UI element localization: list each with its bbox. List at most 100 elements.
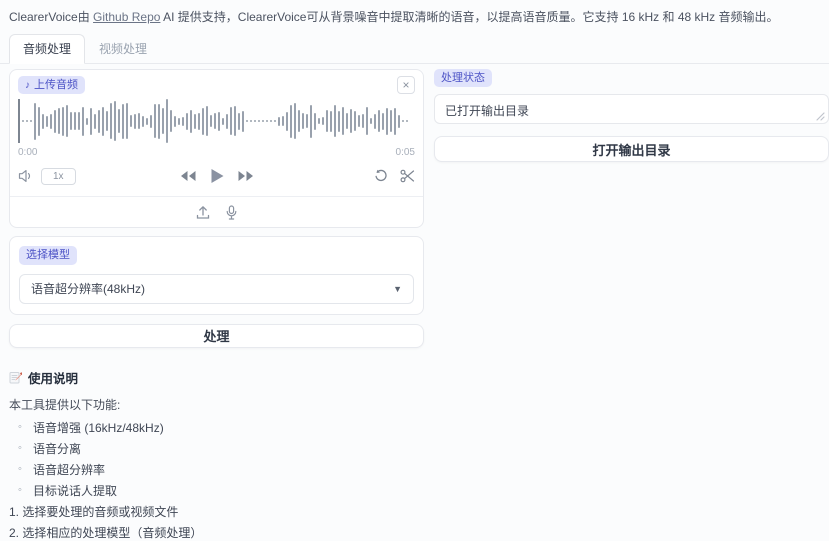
model-select-label: 选择模型 bbox=[19, 246, 77, 264]
waveform-bar bbox=[22, 120, 24, 122]
time-row: 0:00 0:05 bbox=[18, 147, 415, 158]
skip-forward-icon[interactable] bbox=[237, 170, 254, 182]
waveform-bar bbox=[170, 110, 172, 132]
waveform-bar bbox=[358, 115, 360, 127]
waveform-bar bbox=[390, 110, 392, 132]
waveform-bar bbox=[222, 118, 224, 125]
waveform-bar bbox=[206, 106, 208, 136]
feature-item: 语音分离 bbox=[9, 442, 819, 457]
waveform-bar bbox=[166, 99, 168, 143]
waveform-cursor bbox=[18, 99, 20, 143]
waveform-bar bbox=[114, 101, 116, 141]
waveform-bar bbox=[46, 116, 48, 127]
waveform-bar bbox=[138, 113, 140, 129]
waveform-bar bbox=[306, 114, 308, 128]
waveform-bar bbox=[94, 114, 96, 129]
upload-icon[interactable] bbox=[196, 205, 210, 220]
model-dropdown-value: 语音超分辨率(48kHz) bbox=[31, 280, 145, 297]
waveform-bar bbox=[242, 111, 244, 132]
waveform-bar bbox=[154, 104, 156, 138]
microphone-icon[interactable] bbox=[226, 205, 237, 220]
feature-item: 目标说话人提取 bbox=[9, 484, 819, 499]
tab-audio-processing[interactable]: 音频处理 bbox=[9, 34, 85, 64]
model-dropdown[interactable]: 语音超分辨率(48kHz) ▼ bbox=[19, 274, 414, 304]
waveform-bar bbox=[126, 103, 128, 139]
waveform-bar bbox=[42, 114, 44, 129]
waveform[interactable] bbox=[18, 97, 415, 145]
reset-icon[interactable] bbox=[374, 169, 388, 183]
waveform-bar bbox=[330, 111, 332, 132]
waveform-bar bbox=[258, 120, 260, 122]
waveform-bar bbox=[374, 114, 376, 129]
app-description-suffix: AI 提供支持，ClearerVoice可从背景噪音中提取清晰的语音，以提高语音… bbox=[160, 10, 778, 24]
waveform-bar bbox=[274, 120, 276, 122]
features-intro: 本工具提供以下功能: bbox=[9, 396, 819, 413]
step-list: 1. 选择要处理的音频或视频文件 2. 选择相应的处理模型（音频处理） 3. 设… bbox=[9, 505, 819, 541]
waveform-bar bbox=[158, 104, 160, 139]
upload-audio-label: ♪ 上传音频 bbox=[18, 76, 85, 94]
waveform-bar bbox=[394, 108, 396, 135]
status-textbox[interactable]: 已打开输出目录 bbox=[434, 94, 829, 124]
waveform-bar bbox=[350, 109, 352, 133]
time-current: 0:00 bbox=[18, 147, 37, 158]
waveform-bar bbox=[130, 115, 132, 127]
waveform-bar bbox=[50, 114, 52, 129]
waveform-bar bbox=[190, 110, 192, 133]
waveform-bar bbox=[110, 103, 112, 139]
waveform-bar bbox=[294, 103, 296, 139]
waveform-bar bbox=[386, 108, 388, 135]
waveform-bar bbox=[366, 107, 368, 135]
tab-video-processing[interactable]: 视频处理 bbox=[85, 34, 161, 64]
skip-back-icon[interactable] bbox=[179, 170, 196, 182]
music-note-icon: ♪ bbox=[25, 79, 30, 92]
open-output-button[interactable]: 打开输出目录 bbox=[434, 136, 829, 162]
resize-handle-icon[interactable] bbox=[816, 112, 825, 121]
play-icon[interactable] bbox=[209, 168, 224, 184]
waveform-bar bbox=[38, 107, 40, 136]
waveform-bar bbox=[150, 115, 152, 128]
waveform-bar bbox=[230, 107, 232, 135]
waveform-bar bbox=[142, 116, 144, 127]
waveform-bar bbox=[62, 107, 64, 136]
waveform-bar bbox=[74, 112, 76, 130]
feature-item: 语音超分辨率 bbox=[9, 463, 819, 478]
step-item: 2. 选择相应的处理模型（音频处理） bbox=[9, 526, 819, 541]
github-repo-link[interactable]: Github Repo bbox=[93, 10, 160, 24]
waveform-bar bbox=[402, 120, 404, 122]
model-select-block: 选择模型 语音超分辨率(48kHz) ▼ bbox=[9, 236, 424, 314]
process-button[interactable]: 处理 bbox=[9, 324, 424, 348]
waveform-bar bbox=[118, 109, 120, 133]
waveform-bar bbox=[198, 113, 200, 130]
transport-controls bbox=[179, 168, 254, 184]
waveform-bar bbox=[174, 116, 176, 127]
waveform-bar bbox=[370, 118, 372, 124]
waveform-bar bbox=[186, 113, 188, 130]
waveform-bar bbox=[34, 103, 36, 140]
waveform-bar bbox=[278, 117, 280, 126]
playback-speed-button[interactable]: 1x bbox=[41, 168, 76, 185]
waveform-bar bbox=[98, 110, 100, 133]
waveform-bar bbox=[270, 120, 272, 122]
waveform-bar bbox=[102, 107, 104, 136]
waveform-bar bbox=[246, 120, 248, 122]
memo-icon bbox=[9, 371, 22, 384]
step-item: 1. 选择要处理的音频或视频文件 bbox=[9, 505, 819, 520]
waveform-bar bbox=[318, 118, 320, 124]
close-icon[interactable]: × bbox=[397, 76, 415, 94]
waveform-bar bbox=[250, 120, 252, 122]
waveform-bar bbox=[66, 105, 68, 137]
right-column: 处理状态 已打开输出目录 打开输出目录 bbox=[434, 69, 829, 162]
waveform-bar bbox=[214, 113, 216, 129]
clearervoice-app: ClearerVoice由 Github Repo AI 提供支持，Cleare… bbox=[0, 0, 829, 541]
trim-scissors-icon[interactable] bbox=[400, 169, 415, 183]
waveform-bar bbox=[238, 113, 240, 130]
waveform-bar bbox=[282, 116, 284, 126]
waveform-bar bbox=[298, 110, 300, 132]
volume-icon[interactable] bbox=[18, 169, 34, 183]
waveform-bar bbox=[310, 105, 312, 138]
audio-player: ♪ 上传音频 × 0:00 0:05 bbox=[9, 69, 424, 228]
left-column: ♪ 上传音频 × 0:00 0:05 bbox=[9, 69, 424, 348]
waveform-bar bbox=[82, 107, 84, 136]
playback-controls: 1x bbox=[18, 165, 415, 187]
tab-bar: 音频处理 视频处理 bbox=[0, 34, 829, 64]
